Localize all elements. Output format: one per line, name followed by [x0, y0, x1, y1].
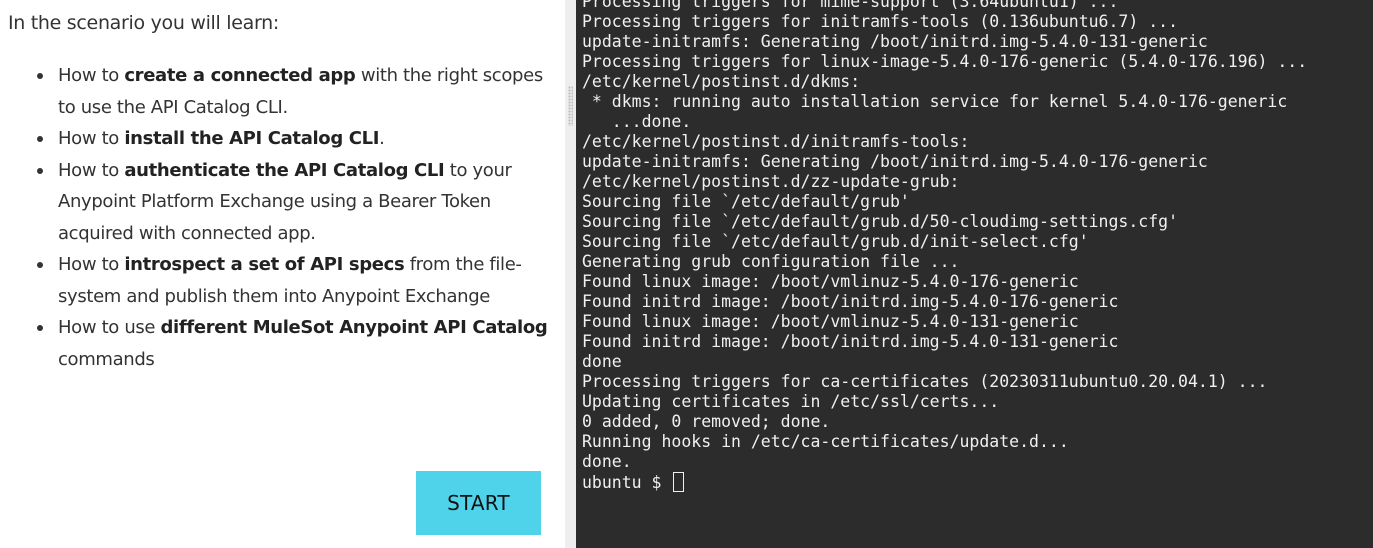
objective-text: .: [379, 128, 385, 149]
objective-item: How to install the API Catalog CLI.: [37, 123, 560, 155]
terminal-line: Updating certificates in /etc/ssl/certs.…: [582, 392, 1000, 411]
terminal-prompt: ubuntu $: [582, 473, 672, 492]
terminal-line: Sourcing file `/etc/default/grub.d/50-cl…: [582, 212, 1179, 231]
objective-text: commands: [58, 348, 155, 370]
objective-highlight: different MuleSot Anypoint API Catalog: [160, 317, 548, 338]
terminal-line: Processing triggers for ca-certificates …: [582, 372, 1268, 391]
terminal-line: Processing triggers for initramfs-tools …: [582, 12, 1179, 31]
terminal-line: update-initramfs: Generating /boot/initr…: [582, 32, 1208, 51]
terminal-output: Processing triggers for mime-support (3.…: [582, 0, 1307, 492]
objective-highlight: install the API Catalog CLI: [124, 128, 380, 149]
objective-item: How to authenticate the API Catalog CLI …: [37, 155, 560, 250]
instructions-panel: In the scenario you will learn: How to c…: [0, 0, 565, 548]
terminal-line: Sourcing file `/etc/default/grub.d/init-…: [582, 232, 1089, 251]
pane-resize-handle[interactable]: [565, 0, 576, 548]
terminal-line: Found initrd image: /boot/initrd.img-5.4…: [582, 332, 1119, 351]
terminal-prompt-line[interactable]: ubuntu $: [582, 472, 1307, 492]
terminal-line: Found linux image: /boot/vmlinuz-5.4.0-1…: [582, 272, 1079, 291]
terminal-line: Sourcing file `/etc/default/grub': [582, 192, 910, 211]
objective-item: How to create a connected app with the r…: [37, 60, 560, 123]
learning-objectives-list: How to create a connected app with the r…: [0, 60, 560, 375]
app-root: In the scenario you will learn: How to c…: [0, 0, 1373, 548]
terminal-line: done.: [582, 452, 632, 471]
terminal-line: /etc/kernel/postinst.d/dkms:: [582, 72, 861, 91]
objective-text: How to: [58, 254, 125, 275]
terminal-line: ...done.: [582, 112, 692, 131]
terminal-line: done: [582, 352, 622, 371]
objective-highlight: create a connected app: [124, 65, 356, 86]
terminal-line: /etc/kernel/postinst.d/zz-update-grub:: [582, 172, 960, 191]
terminal-line: Generating grub configuration file ...: [582, 252, 960, 271]
objective-text: How to: [58, 159, 125, 181]
objective-item: How to use different MuleSot Anypoint AP…: [37, 312, 560, 375]
terminal-line: Running hooks in /etc/ca-certificates/up…: [582, 432, 1069, 451]
drag-grip-icon[interactable]: [568, 86, 573, 126]
objective-highlight: authenticate the API Catalog CLI: [124, 159, 445, 181]
intro-text: In the scenario you will learn:: [8, 12, 279, 34]
terminal-line: /etc/kernel/postinst.d/initramfs-tools:: [582, 132, 970, 151]
terminal-line: Processing triggers for mime-support (3.…: [582, 0, 1119, 11]
terminal-cursor: [673, 472, 685, 492]
terminal-line: * dkms: running auto installation servic…: [582, 92, 1288, 111]
terminal-line: Processing triggers for linux-image-5.4.…: [582, 52, 1308, 71]
start-button[interactable]: START: [416, 471, 541, 535]
objective-text: How to: [58, 128, 125, 149]
terminal-line: update-initramfs: Generating /boot/initr…: [582, 152, 1208, 171]
terminal-panel[interactable]: Processing triggers for mime-support (3.…: [576, 0, 1373, 548]
terminal-line: 0 added, 0 removed; done.: [582, 412, 831, 431]
objective-highlight: introspect a set of API specs: [124, 254, 405, 275]
terminal-line: Found initrd image: /boot/initrd.img-5.4…: [582, 292, 1119, 311]
objective-text: How to: [58, 65, 125, 86]
objective-text: How to use: [58, 317, 161, 338]
objective-item: How to introspect a set of API specs fro…: [37, 249, 560, 312]
terminal-line: Found linux image: /boot/vmlinuz-5.4.0-1…: [582, 312, 1079, 331]
